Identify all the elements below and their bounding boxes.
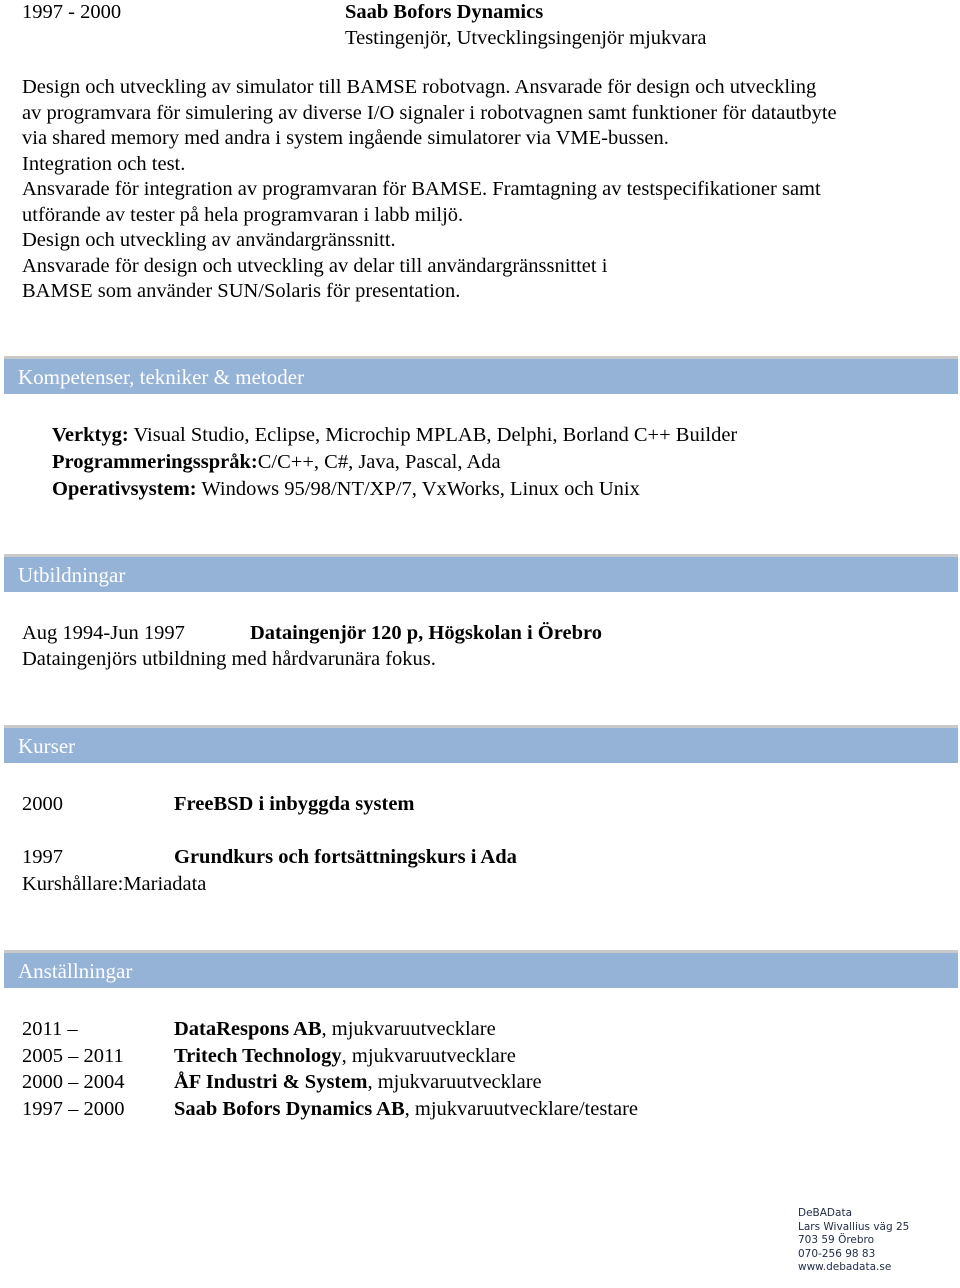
employment-role: , mjukvaruutvecklare [321,1018,496,1040]
footer-street: Lars Wivallius väg 25 [798,1220,910,1233]
course-name: FreeBSD i inbyggda system [174,793,415,815]
skill-label: Verktyg: [52,424,129,446]
footer-phone: 070-256 98 83 [798,1247,876,1260]
employment-period: 2000 – 2004 [22,1071,125,1093]
employment-period: 2005 – 2011 [22,1045,124,1067]
description-line: Integration och test. [22,152,186,175]
description-line: utförande av tester på hela programvaran… [22,203,464,226]
employment-company: DataRespons AB [174,1018,322,1040]
skill-row-tools: Verktyg: Visual Studio, Eclipse, Microch… [52,422,737,448]
skill-row-languages: Programmeringsspråk:C/C++, C#, Java, Pas… [52,449,501,475]
employment-row: DataRespons AB, mjukvaruutvecklare [174,1016,496,1042]
employment-role: , mjukvaruutvecklare [367,1071,542,1093]
employment-role: , mjukvaruutvecklare/testare [404,1098,639,1120]
skill-value: Visual Studio, Eclipse, Microchip MPLAB,… [128,424,738,446]
skill-value: C/C++, C#, Java, Pascal, Ada [257,451,501,473]
skill-label: Operativsystem: [52,478,197,500]
employment-period: 2011 – [22,1018,78,1040]
description-line: Ansvarade för integration av programvara… [22,178,821,200]
employment-row: Tritech Technology, mjukvaruutvecklare [174,1043,516,1069]
job-period: 1997 - 2000 [22,1,122,23]
description-line: via shared memory med andra i system ing… [22,127,669,149]
employment-company: ÅF Industri & System [174,1071,368,1093]
description-line: Design och utveckling av simulator till … [22,76,817,98]
description-line: av programvara för simulering av diverse… [22,101,837,124]
footer-address: DeBAData Lars Wivallius väg 25 703 59 Ör… [798,1207,909,1275]
footer-city: 703 59 Örebro [798,1234,875,1247]
description-line: Design och utveckling av användargränssn… [22,229,396,251]
section-header-education: Utbildningar [4,554,958,592]
section-title: Utbildningar [18,563,126,587]
employment-row: ÅF Industri & System, mjukvaruutvecklare [174,1069,542,1095]
section-header-courses: Kurser [4,725,958,763]
section-header-employments: Anställningar [4,950,958,988]
employment-row: Saab Bofors Dynamics AB, mjukvaruutveckl… [174,1096,638,1122]
course-year: 1997 [22,846,63,868]
job-company: Saab Bofors Dynamics [345,1,544,23]
description-line: Ansvarade för design och utveckling av d… [22,254,608,277]
job-role: Testingenjör, Utvecklingsingenjör mjukva… [345,27,707,49]
section-title: Kurser [18,734,76,758]
job-description: Design och utveckling av simulator till … [22,75,952,305]
footer-company: DeBAData [798,1207,853,1219]
education-description: Dataingenjörs utbildning med hårdvarunär… [22,648,436,670]
section-title: Kompetenser, tekniker & metoder [18,365,305,389]
section-title: Anställningar [18,959,133,983]
employment-period: 1997 – 2000 [22,1098,125,1120]
employment-company: Tritech Technology [174,1045,342,1067]
skill-value: Windows 95/98/NT/XP/7, VxWorks, Linux oc… [196,478,640,500]
education-degree: Dataingenjör 120 p, Högskolan i Örebro [250,622,602,644]
course-year: 2000 [22,793,63,815]
employment-role: , mjukvaruutvecklare [341,1045,516,1067]
course-note: Kurshållare:Mariadata [22,873,207,895]
footer-website[interactable]: www.debadata.se [798,1261,909,1275]
employment-company: Saab Bofors Dynamics AB [174,1098,405,1120]
skill-label: Programmeringsspråk: [52,451,258,473]
skill-row-os: Operativsystem: Windows 95/98/NT/XP/7, V… [52,476,640,502]
education-period: Aug 1994-Jun 1997 [22,622,185,644]
section-header-skills: Kompetenser, tekniker & metoder [4,356,958,394]
description-line: BAMSE som använder SUN/Solaris för prese… [22,280,461,302]
course-name: Grundkurs och fortsättningskurs i Ada [174,846,517,868]
